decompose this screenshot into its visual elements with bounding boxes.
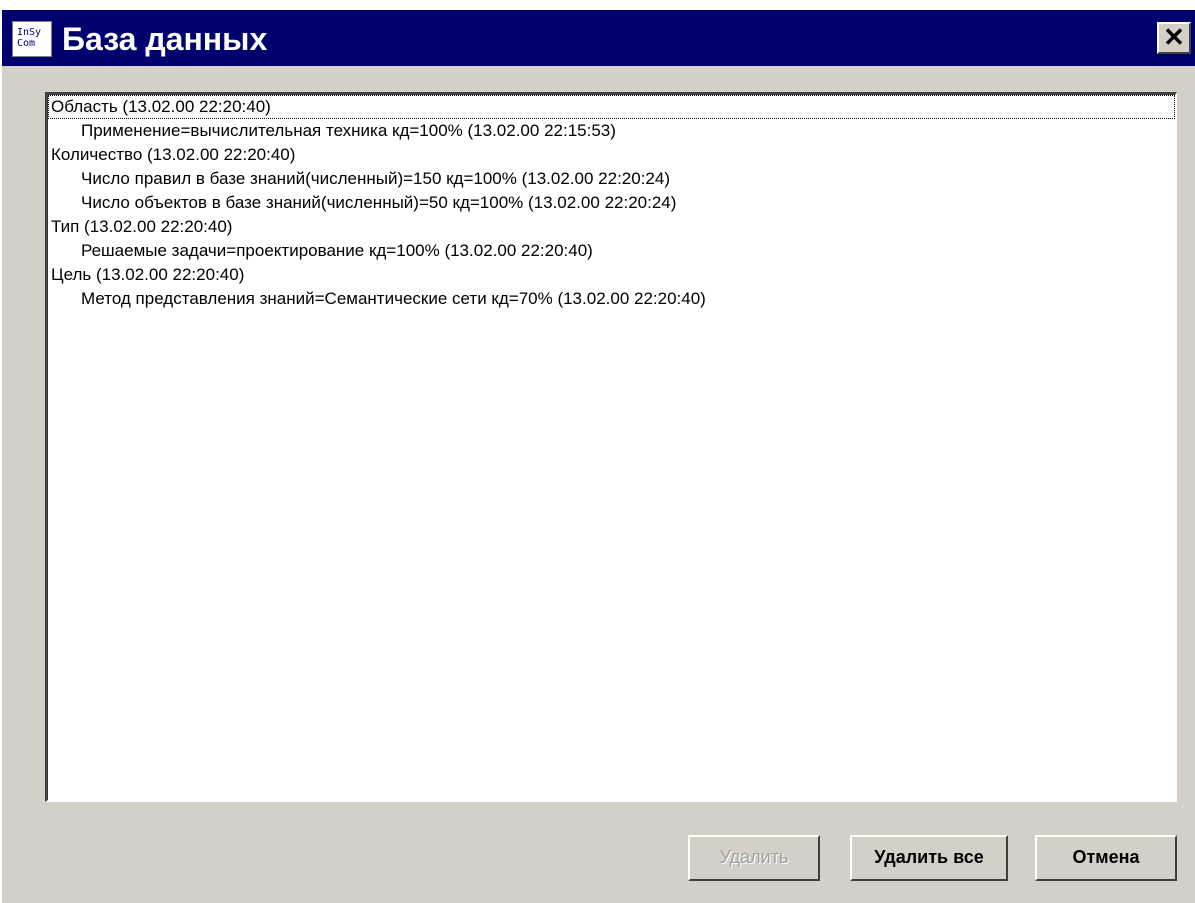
list-item[interactable]: Количество (13.02.00 22:20:40): [48, 143, 1175, 167]
app-icon: InSy Com: [12, 21, 52, 57]
app-icon-line-2: Com: [17, 38, 36, 49]
close-button[interactable]: ✕: [1157, 22, 1191, 54]
window-title: База данных: [62, 21, 268, 57]
list-item[interactable]: Число объектов в базе знаний(численный)=…: [48, 191, 1175, 215]
database-dialog: InSy Com База данных ✕ Область (13.02.00…: [0, 8, 1195, 903]
close-icon: ✕: [1163, 22, 1185, 52]
list-item[interactable]: Тип (13.02.00 22:20:40): [48, 215, 1175, 239]
delete-all-button[interactable]: Удалить все: [850, 835, 1008, 881]
app-icon-line-1: InSy: [17, 27, 42, 38]
list-item[interactable]: Решаемые задачи=проектирование кд=100% (…: [48, 239, 1175, 263]
title-bar[interactable]: InSy Com База данных ✕: [2, 10, 1195, 66]
list-item[interactable]: Применение=вычислительная техника кд=100…: [48, 119, 1175, 143]
list-item[interactable]: Область (13.02.00 22:20:40): [48, 95, 1175, 119]
delete-button[interactable]: Удалить: [688, 835, 820, 881]
list-item[interactable]: Метод представления знаний=Семантические…: [48, 287, 1175, 311]
cancel-button[interactable]: Отмена: [1035, 835, 1177, 881]
list-item[interactable]: Число правил в базе знаний(численный)=15…: [48, 167, 1175, 191]
list-item[interactable]: Цель (13.02.00 22:20:40): [48, 263, 1175, 287]
database-listbox[interactable]: Область (13.02.00 22:20:40) Применение=в…: [45, 92, 1177, 802]
